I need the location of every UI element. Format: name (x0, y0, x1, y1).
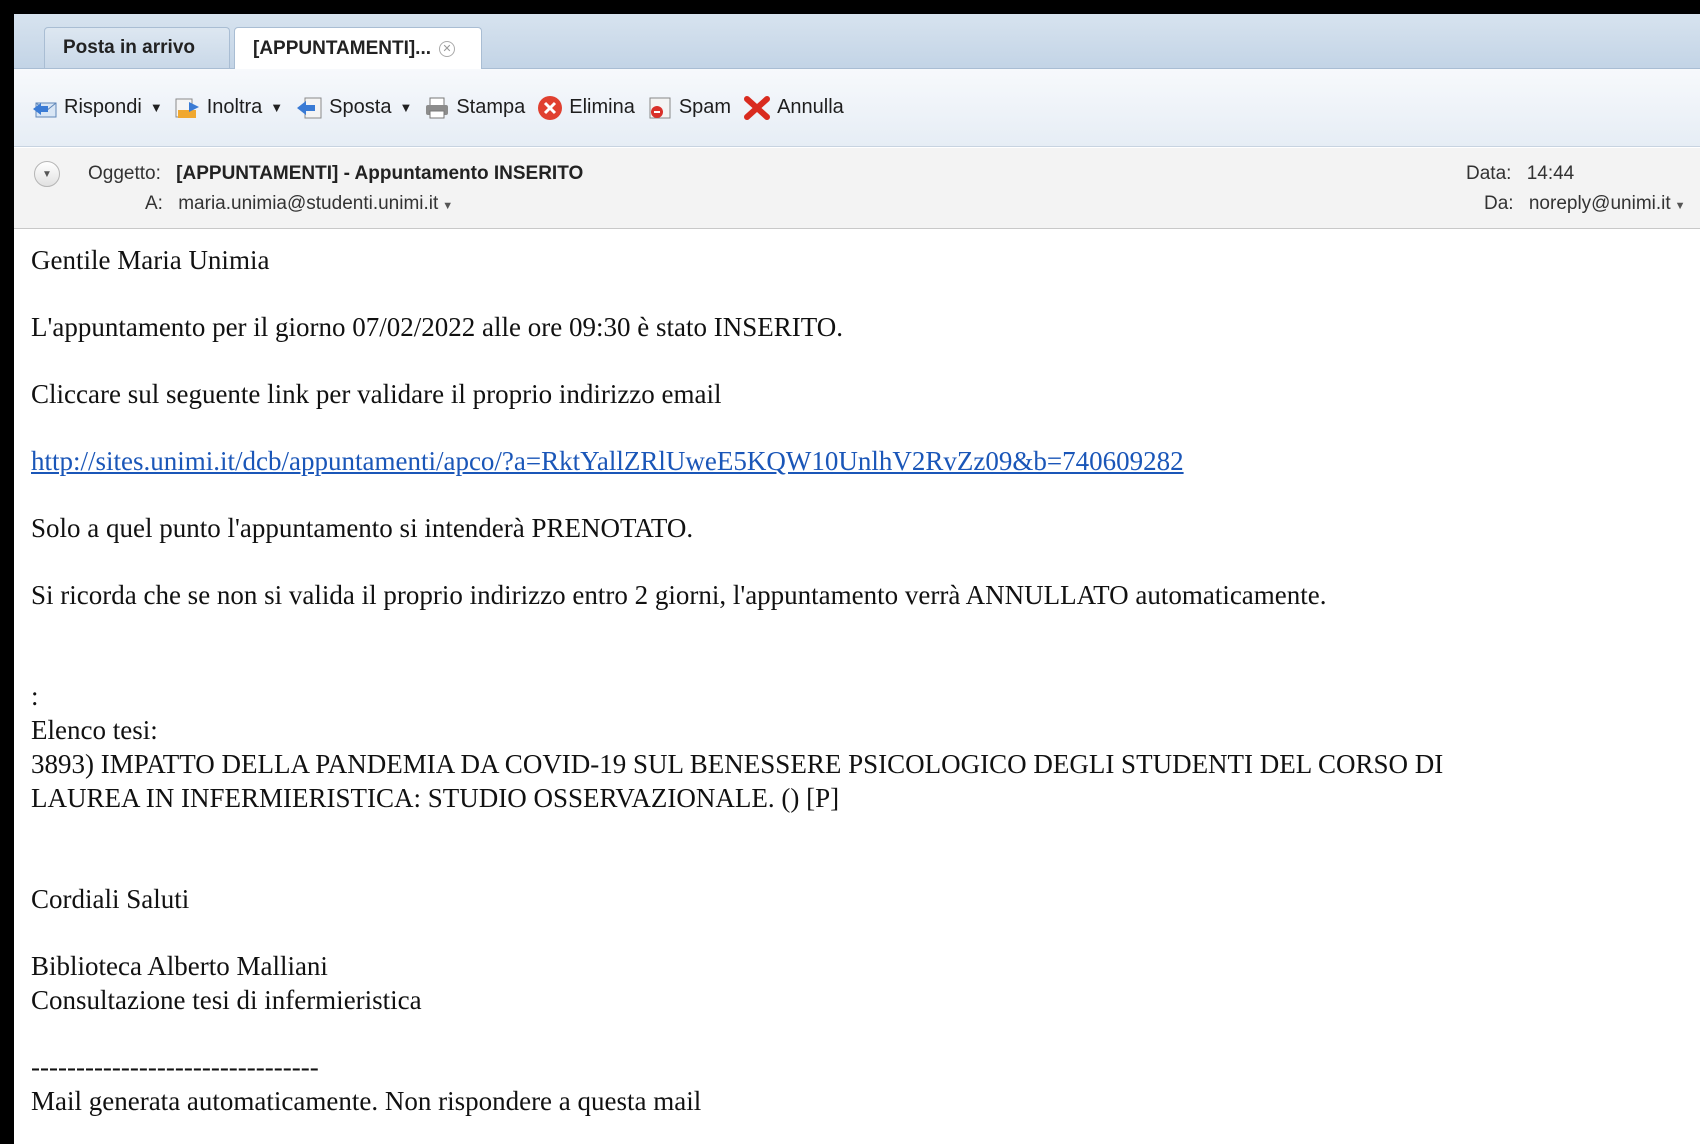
delete-icon (537, 95, 563, 121)
printer-icon (424, 96, 450, 120)
chevron-down-icon[interactable]: ▼ (1675, 200, 1686, 212)
from-label: Da: (1484, 193, 1514, 214)
cancellation-note: Si ricorda che se non si valida il propr… (31, 580, 1327, 610)
chevron-down-icon[interactable]: ▼ (399, 100, 412, 115)
print-label: Stampa (456, 96, 526, 118)
move-button[interactable]: Sposta ▼ (295, 96, 412, 120)
tab-bar: Posta in arrivo [APPUNTAMENTI]... ✕ (14, 14, 1700, 69)
chevron-down-icon[interactable]: ▼ (150, 100, 163, 115)
separator: -------------------------------- (31, 1052, 319, 1082)
appointment-line: L'appuntamento per il giorno 07/02/2022 … (31, 312, 843, 342)
to-value[interactable]: maria.unimia@studenti.unimi.it (178, 193, 438, 214)
close-icon[interactable]: ✕ (439, 40, 456, 57)
thesis-item-line2: LAUREA IN INFERMIERISTICA: STUDIO OSSERV… (31, 783, 840, 813)
message-toolbar: Rispondi ▼ Inoltra ▼ Sposta ▼ Stampa Eli… (14, 69, 1700, 147)
spam-button[interactable]: Spam (647, 95, 731, 121)
reply-label: Rispondi (64, 96, 142, 118)
greeting: Gentile Maria Unimia (31, 245, 270, 275)
validate-instruction: Cliccare sul seguente link per validare … (31, 379, 722, 409)
reply-icon (32, 97, 58, 119)
signature-line2: Consultazione tesi di infermieristica (31, 985, 422, 1015)
reply-button[interactable]: Rispondi ▼ (32, 96, 163, 119)
mail-window: Posta in arrivo [APPUNTAMENTI]... ✕ Risp… (14, 14, 1700, 1144)
date-value: 14:44 (1526, 163, 1575, 184)
forward-label: Inoltra (206, 96, 263, 118)
to-label: A: (145, 193, 163, 214)
delete-label: Elimina (569, 96, 635, 118)
closing: Cordiali Saluti (31, 884, 190, 914)
tab-message[interactable]: [APPUNTAMENTI]... ✕ (234, 27, 482, 69)
date-label: Data: (1466, 163, 1512, 184)
spam-icon (647, 95, 673, 121)
tab-inbox[interactable]: Posta in arrivo (44, 27, 230, 68)
from-value[interactable]: noreply@unimi.it (1529, 193, 1671, 214)
subject-label: Oggetto: (88, 163, 161, 184)
cancel-label: Annulla (777, 96, 844, 118)
forward-icon (175, 96, 201, 120)
from-row: Da: noreply@unimi.it ▼ (1484, 193, 1686, 215)
signature-line1: Biblioteca Alberto Malliani (31, 951, 328, 981)
tab-inbox-label: Posta in arrivo (63, 37, 195, 58)
collapse-header-icon[interactable]: ▼ (34, 161, 60, 187)
tab-message-label: [APPUNTAMENTI]... (253, 37, 432, 59)
thesis-list-title: Elenco tesi: (31, 715, 158, 745)
subject-row: Oggetto: [APPUNTAMENTI] - Appuntamento I… (88, 163, 583, 185)
subject-value: [APPUNTAMENTI] - Appuntamento INSERITO (176, 163, 584, 184)
date-row: Data: 14:44 (1466, 163, 1574, 185)
footer-note: Mail generata automaticamente. Non rispo… (31, 1086, 702, 1116)
validation-link[interactable]: http://sites.unimi.it/dcb/appuntamenti/a… (31, 446, 1184, 476)
forward-button[interactable]: Inoltra ▼ (175, 96, 283, 120)
thesis-item-line1: 3893) IMPATTO DELLA PANDEMIA DA COVID-19… (31, 749, 1444, 779)
delete-button[interactable]: Elimina (537, 95, 635, 121)
chevron-down-icon[interactable]: ▼ (270, 100, 283, 115)
to-row: A: maria.unimia@studenti.unimi.it ▼ (145, 193, 453, 215)
spam-label: Spam (678, 96, 732, 118)
move-icon (295, 96, 323, 120)
booked-note: Solo a quel punto l'appuntamento si inte… (31, 513, 694, 543)
chevron-down-icon[interactable]: ▼ (442, 200, 453, 212)
move-label: Sposta (329, 96, 392, 118)
message-header: ▼ Oggetto: [APPUNTAMENTI] - Appuntamento… (14, 148, 1700, 229)
cross-icon (743, 95, 771, 121)
print-button[interactable]: Stampa (424, 96, 525, 120)
colon-line: : (31, 681, 39, 711)
cancel-button[interactable]: Annulla (743, 95, 844, 121)
